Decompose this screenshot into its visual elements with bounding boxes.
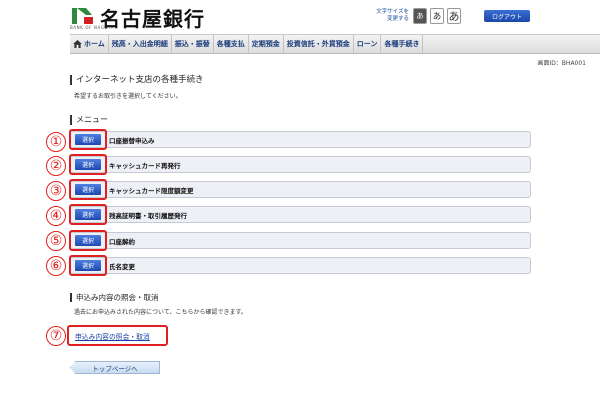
logout-button[interactable]: ログアウト xyxy=(484,10,530,22)
highlight-frame xyxy=(69,255,107,276)
home-icon xyxy=(73,40,82,48)
menu-item-label: キャッシュカード再発行 xyxy=(109,161,181,170)
callout-number: ⑦ xyxy=(46,326,66,346)
menu-item-label: 口座振替申込み xyxy=(109,136,155,145)
menu-row-name-change: 選択 氏名変更 xyxy=(69,257,531,274)
font-size-large-button[interactable]: あ xyxy=(447,8,461,24)
bank-name[interactable]: 名古屋銀行 xyxy=(100,3,205,32)
nav-item-label: ホーム xyxy=(84,40,105,48)
nav-item-procedures[interactable]: 各種手続き xyxy=(381,35,424,53)
inquiry-link[interactable]: 申込み内容の照会・取消 xyxy=(75,331,150,341)
callout-number: ③ xyxy=(46,181,66,201)
menu-row-account-transfer: 選択 口座振替申込み xyxy=(69,131,531,148)
nav-item-payments[interactable]: 各種支払 xyxy=(214,35,249,53)
menu-heading: メニュー xyxy=(70,115,108,125)
nav-item-investment[interactable]: 投資信託・外貨預金 xyxy=(284,35,354,53)
nav-item-home[interactable]: ホーム xyxy=(70,35,109,53)
font-size-label: 文字サイズを 変更する xyxy=(376,9,409,22)
menu-row-card-limit: 選択 キャッシュカード限度額変更 xyxy=(69,181,531,198)
callout-number: ⑥ xyxy=(46,256,66,276)
main-nav: ホーム 残高・入出金明細 振込・振替 各種支払 定期預金 投資信託・外貨預金 ロ… xyxy=(70,34,600,54)
menu-item-label: キャッシュカード限度額変更 xyxy=(109,186,194,195)
page-description: 希望するお取引きを選択してください。 xyxy=(74,93,182,100)
highlight-frame xyxy=(69,204,107,225)
menu-item-label: 口座解約 xyxy=(109,237,135,246)
highlight-frame xyxy=(69,154,107,175)
page-title: インターネット支店の各種手続き xyxy=(70,75,204,85)
menu-item-label: 氏名変更 xyxy=(109,262,135,271)
menu-row-card-reissue: 選択 キャッシュカード再発行 xyxy=(69,156,531,173)
callout-number: ② xyxy=(46,156,66,176)
font-size-small-button[interactable]: あ xyxy=(413,8,427,24)
inquiry-description: 過去にお申込みされた内容について、こちらから確認できます。 xyxy=(74,309,247,316)
callout-number: ⑤ xyxy=(46,231,66,251)
nav-item-loan[interactable]: ローン xyxy=(354,35,382,53)
menu-row-balance-certificate: 選択 残高証明書・取引履歴発行 xyxy=(69,206,531,223)
callout-number: ① xyxy=(46,132,66,152)
menu-row-account-closure: 選択 口座解約 xyxy=(69,232,531,249)
highlight-frame xyxy=(69,129,107,150)
nav-item-balance[interactable]: 残高・入出金明細 xyxy=(109,35,172,53)
nav-item-time-deposit[interactable]: 定期預金 xyxy=(249,35,284,53)
top-page-button[interactable]: トップページへ xyxy=(70,361,160,374)
font-size-medium-button[interactable]: あ xyxy=(430,8,444,24)
highlight-frame xyxy=(69,179,107,200)
screen-id: 画面ID：BHA001 xyxy=(537,60,586,67)
menu-item-label: 残高証明書・取引履歴発行 xyxy=(109,211,187,220)
inquiry-heading: 申込み内容の照会・取消 xyxy=(70,293,159,302)
bank-logo-icon xyxy=(72,8,93,24)
callout-number: ④ xyxy=(46,206,66,226)
nav-item-transfer[interactable]: 振込・振替 xyxy=(172,35,214,53)
highlight-frame xyxy=(69,230,107,251)
